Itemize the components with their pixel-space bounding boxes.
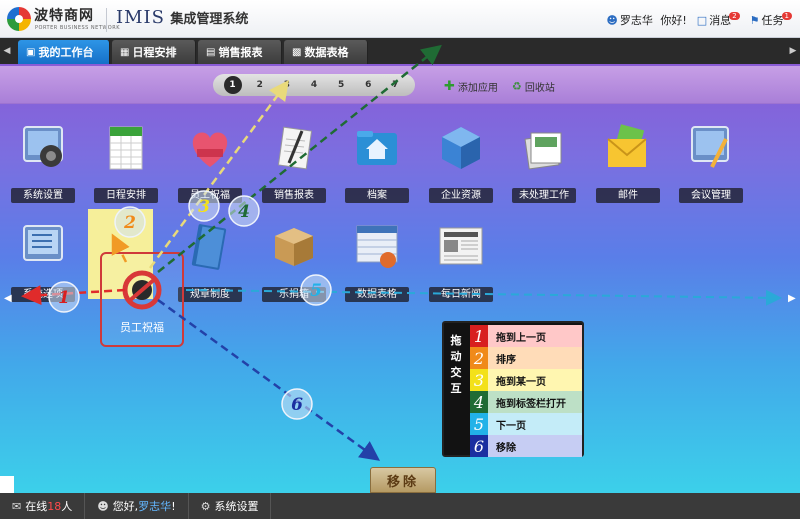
callout-number: 3 [198,197,210,217]
arrow-sort [111,233,130,263]
footer-user-name: 罗志华 [138,500,172,513]
footer-user[interactable]: ☻ 您好, 罗志华! [85,493,189,519]
online-users[interactable]: ✉ 在线 18 人 [0,493,86,519]
arrow-remove [157,298,381,461]
gear-icon: ⚙ [200,499,211,513]
online-prefix: 在线 [25,500,48,513]
callout-number: 6 [291,395,303,415]
gesture-annotations: 1 2 3 4 5 6 [21,44,782,461]
corner-widget [0,476,14,494]
online-suffix: 人 [61,500,73,513]
callout-number: 5 [310,281,322,301]
footer-settings-label: 系统设置 [214,500,259,513]
online-count: 18 [47,499,62,513]
footer-settings-button[interactable]: ⚙ 系统设置 [189,493,272,519]
chat-icon: ✉ [12,499,22,513]
callout-number: 1 [58,288,70,308]
status-bar: ✉ 在线 18 人 ☻ 您好, 罗志华! ⚙ 系统设置 [0,493,800,519]
arrow-to-page [148,79,289,269]
callout-number: 4 [238,202,250,222]
arrow-next-page [185,289,782,306]
hello-text: 您好, [112,500,139,513]
arrow-to-tab [157,44,442,273]
callout-number: 2 [123,213,136,233]
exclaim-text: ! [171,499,176,513]
user-icon: ☻ [97,499,109,513]
